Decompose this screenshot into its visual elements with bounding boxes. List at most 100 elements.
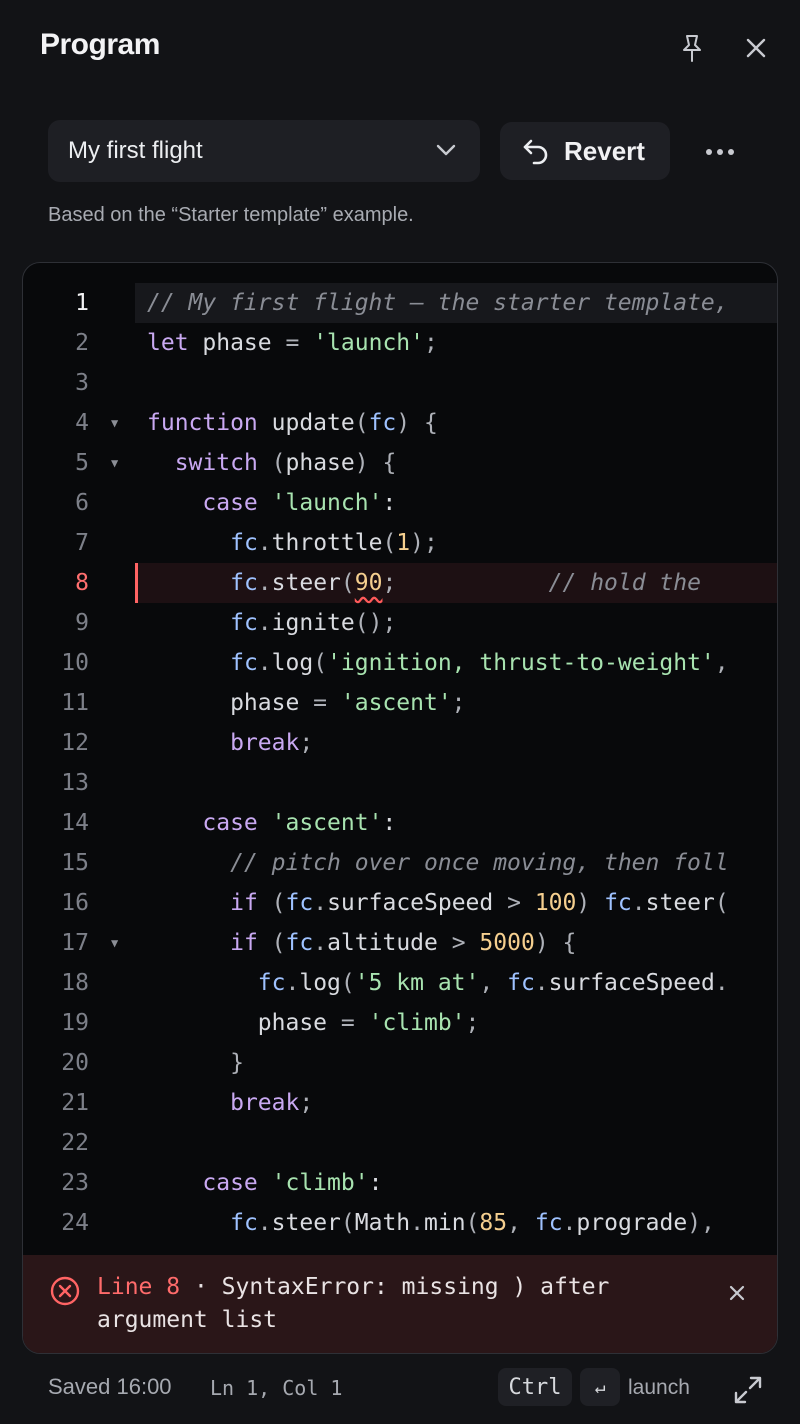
code-line[interactable]: 18 fc.log('5 km at', fc.surfaceSpeed. — [23, 963, 777, 1003]
code-lines[interactable]: 1 // My first flight — the starter templa… — [23, 283, 777, 1255]
code-line[interactable]: 3 — [23, 363, 777, 403]
ctrl-key-hint: Ctrl — [498, 1368, 572, 1406]
line-number: 18 — [61, 970, 89, 996]
line-text: fc.steer(90; // hold the — [230, 570, 701, 596]
code-line[interactable]: 9 fc.ignite(); — [23, 603, 777, 643]
code-line[interactable]: 2 let phase = 'launch'; — [23, 323, 777, 363]
line-number: 16 — [61, 890, 89, 916]
code-line[interactable]: 17 ▼ if (fc.altitude > 5000) { — [23, 923, 777, 963]
line-number: 2 — [75, 330, 89, 356]
dismiss-error-button[interactable] — [717, 1273, 757, 1313]
line-number: 6 — [75, 490, 89, 516]
pin-icon — [683, 35, 701, 62]
expand-button[interactable] — [728, 1370, 768, 1410]
code-line[interactable]: 16 if (fc.surfaceSpeed > 100) fc.steer( — [23, 883, 777, 923]
code-line[interactable]: 6 case 'launch': — [23, 483, 777, 523]
launch-shortcut-label: launch — [628, 1376, 690, 1399]
error-icon — [50, 1276, 80, 1306]
code-line[interactable]: 13 — [23, 763, 777, 803]
line-text: fc.log('5 km at', fc.surfaceSpeed. — [257, 970, 729, 996]
line-text: break; — [230, 730, 314, 756]
undo-icon — [523, 139, 548, 165]
line-number: 22 — [61, 1130, 89, 1156]
more-options-button[interactable] — [696, 128, 744, 176]
pin-button[interactable] — [670, 26, 714, 70]
enter-key-hint: ↵ — [580, 1368, 620, 1406]
code-line[interactable]: 22 — [23, 1123, 777, 1163]
line-number: 3 — [75, 370, 89, 396]
revert-label: Revert — [564, 135, 645, 166]
cursor-position: Ln 1, Col 1 — [210, 1376, 343, 1400]
fold-arrow-icon[interactable]: ▼ — [111, 403, 118, 443]
line-number: 21 — [61, 1090, 89, 1116]
line-number: 14 — [61, 810, 89, 836]
more-icon — [706, 149, 734, 155]
line-number: 15 — [61, 850, 89, 876]
code-line[interactable]: 7 fc.throttle(1); — [23, 523, 777, 563]
code-line[interactable]: 23 case 'climb': — [23, 1163, 777, 1203]
saved-status: Saved 16:00 — [48, 1374, 172, 1399]
fold-arrow-icon[interactable]: ▼ — [111, 443, 118, 483]
line-number: 5 — [75, 450, 89, 476]
code-line[interactable]: 8 fc.steer(90; // hold the — [23, 563, 777, 603]
code-line[interactable]: 4 ▼ function update(fc) { — [23, 403, 777, 443]
based-on-note: Based on the “Starter template” example. — [48, 204, 414, 226]
program-select[interactable]: My first flight — [48, 120, 480, 182]
expand-icon — [734, 1376, 762, 1404]
line-number: 17 — [61, 930, 89, 956]
program-select-value: My first flight — [68, 137, 203, 164]
line-text: } — [230, 1050, 244, 1076]
line-text: switch (phase) { — [174, 450, 397, 476]
line-text: let phase = 'launch'; — [147, 330, 438, 356]
error-banner: Line 8 · SyntaxError: missing ) after ar… — [23, 1255, 777, 1353]
line-number: 8 — [75, 570, 89, 596]
line-text: fc.log('ignition, thrust-to-weight', — [230, 650, 729, 676]
line-text: case 'launch': — [202, 490, 397, 516]
line-text: phase = 'ascent'; — [147, 690, 466, 716]
line-text: if (fc.surfaceSpeed > 100) fc.steer( — [230, 890, 729, 916]
line-number: 11 — [61, 690, 89, 716]
code-line[interactable]: 11 phase = 'ascent'; — [23, 683, 777, 723]
revert-button[interactable]: Revert — [500, 122, 670, 180]
code-line[interactable]: 12 break; — [23, 723, 777, 763]
line-text: break; — [230, 1090, 314, 1116]
line-number: 12 — [61, 730, 89, 756]
close-icon — [729, 1285, 745, 1301]
code-editor[interactable]: 1 // My first flight — the starter templa… — [22, 262, 778, 1354]
line-number: 9 — [75, 610, 89, 636]
line-number: 13 — [61, 770, 89, 796]
line-text: fc.steer(Math.min(85, fc.prograde), — [230, 1210, 715, 1236]
error-separator: · — [193, 1274, 208, 1300]
line-number: 23 — [61, 1170, 89, 1196]
line-number: 10 — [61, 650, 89, 676]
line-number: 19 — [61, 1010, 89, 1036]
code-line[interactable]: 15 // pitch over once moving, then foll — [23, 843, 777, 883]
panel-header: Program — [0, 0, 800, 96]
code-line[interactable]: 14 case 'ascent': — [23, 803, 777, 843]
line-text: fc.ignite(); — [230, 610, 397, 636]
status-bar: Saved 16:00 Ln 1, Col 1 Ctrl ↵ launch — [0, 1364, 800, 1414]
code-line[interactable]: 5 ▼ switch (phase) { — [23, 443, 777, 483]
fold-arrow-icon[interactable]: ▼ — [111, 923, 118, 963]
line-text: function update(fc) { — [147, 410, 438, 436]
code-line[interactable]: 1 // My first flight — the starter templa… — [23, 283, 777, 323]
line-text: case 'ascent': — [202, 810, 397, 836]
code-line[interactable]: 20 } — [23, 1043, 777, 1083]
line-text: // My first flight — the starter templat… — [147, 290, 729, 316]
line-number: 4 — [75, 410, 89, 436]
line-number: 1 — [75, 290, 89, 316]
line-text: if (fc.altitude > 5000) { — [230, 930, 577, 956]
line-text: phase = 'climb'; — [147, 1010, 480, 1036]
close-icon — [746, 38, 766, 58]
close-panel-button[interactable] — [734, 26, 778, 70]
code-line[interactable]: 19 phase = 'climb'; — [23, 1003, 777, 1043]
line-number: 7 — [75, 530, 89, 556]
line-number: 20 — [61, 1050, 89, 1076]
code-line[interactable]: 24 fc.steer(Math.min(85, fc.prograde), — [23, 1203, 777, 1243]
error-message: Line 8 · SyntaxError: missing ) after ar… — [97, 1271, 677, 1337]
line-text: // pitch over once moving, then foll — [230, 850, 729, 876]
error-line-label: Line 8 — [97, 1274, 181, 1300]
code-line[interactable]: 10 fc.log('ignition, thrust-to-weight', — [23, 643, 777, 683]
code-line[interactable]: 21 break; — [23, 1083, 777, 1123]
program-toolbar: My first flight Revert — [48, 120, 768, 184]
